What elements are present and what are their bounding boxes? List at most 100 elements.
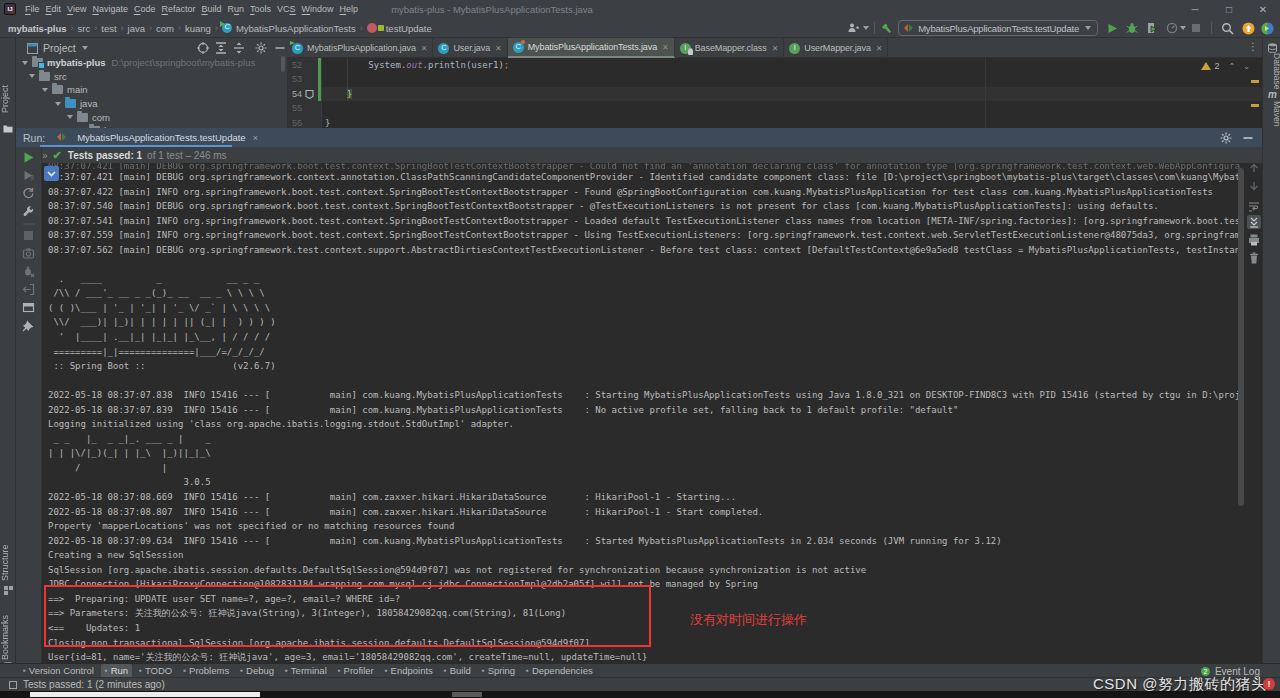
breadcrumb-item[interactable]: MybatisPlusApplicationTests	[222, 23, 367, 34]
tool-stripe-structure[interactable]: Structure	[0, 540, 16, 586]
tool-window-button[interactable]: ▪ Endpoints	[381, 664, 437, 678]
chevron-down-icon[interactable]	[863, 26, 869, 30]
line-number[interactable]: 54	[287, 87, 302, 101]
breadcrumb-item[interactable]: testUpdate	[367, 23, 432, 34]
rerun-button[interactable]	[22, 151, 36, 165]
hide-run-panel-icon[interactable]	[1242, 132, 1254, 144]
project-scrollbar[interactable]	[281, 56, 285, 72]
debug-button[interactable]	[1126, 22, 1138, 34]
plugin-icon[interactable]	[1261, 22, 1274, 35]
tree-row[interactable]: java	[16, 97, 287, 111]
tool-stripe-project[interactable]: Project	[0, 78, 16, 120]
build-hammer-icon[interactable]	[880, 22, 893, 35]
menu-item[interactable]: Code	[131, 0, 159, 18]
line-number[interactable]: 55	[287, 101, 302, 115]
tool-window-switcher-icon[interactable]	[9, 681, 17, 689]
breadcrumb-item[interactable]: kuang	[185, 23, 222, 34]
tree-row[interactable]: com	[16, 110, 287, 124]
up-stack-trace-icon[interactable]	[1247, 161, 1261, 175]
test-settings-wrench-icon[interactable]	[22, 205, 36, 219]
chevron-down-icon[interactable]	[1180, 26, 1186, 30]
run-settings-gear-icon[interactable]	[1220, 132, 1232, 144]
expand-all-icon[interactable]	[215, 42, 227, 54]
menu-item[interactable]: Refactor	[158, 0, 198, 18]
tool-window-button[interactable]: ▪ Version Control	[19, 664, 98, 678]
tool-window-button[interactable]: ▪ Dependencies	[522, 664, 597, 678]
tree-row[interactable]: main	[16, 83, 287, 97]
close-tab-icon[interactable]: ✕	[662, 43, 669, 52]
tool-stripe-database[interactable]: Database	[1266, 53, 1280, 85]
menu-item[interactable]: Run	[225, 0, 248, 18]
chevron-expanded-icon[interactable]	[42, 88, 48, 92]
scroll-down-button[interactable]	[44, 166, 59, 181]
down-stack-trace-icon[interactable]	[1247, 179, 1261, 193]
chevron-down-icon[interactable]	[82, 46, 88, 50]
menu-item[interactable]: Window	[299, 0, 337, 18]
tree-row[interactable]: mybatis-plus D:\project\springboot\mybat…	[16, 56, 287, 70]
clear-console-icon[interactable]	[1247, 251, 1261, 265]
run-console[interactable]: 08:37:07.421 [main] DEBUG org.springfram…	[42, 163, 1240, 663]
import-test-results-icon[interactable]	[22, 283, 36, 297]
ide-update-icon[interactable]	[1242, 22, 1255, 35]
close-tab-icon[interactable]: ✕	[421, 44, 428, 53]
editor-tab[interactable]: UserMapper.java ✕	[784, 38, 888, 58]
status-message[interactable]: Tests passed: 1 (2 minutes ago)	[23, 679, 165, 690]
line-number[interactable]: 52	[287, 58, 302, 72]
ignore-test-icon[interactable]	[22, 265, 36, 279]
code-editor[interactable]: 5253545556 System.out.println(user1); }}…	[287, 58, 1262, 128]
run-configuration-select[interactable]: MybatisPlusApplicationTests.testUpdate	[898, 20, 1098, 36]
menu-item[interactable]: VCS	[274, 0, 299, 18]
close-button[interactable]: ✕	[1246, 0, 1280, 18]
warning-stripe-mark[interactable]	[1251, 104, 1259, 107]
breadcrumb-item[interactable]: src	[78, 23, 102, 34]
hide-panel-icon[interactable]	[274, 42, 286, 54]
tool-window-button[interactable]: ▪ Run	[101, 664, 132, 678]
chevron-expanded-icon[interactable]	[55, 102, 61, 106]
tool-window-button[interactable]: ▪ Build	[440, 664, 475, 678]
code-area[interactable]: System.out.println(user1); }}	[325, 58, 509, 128]
run-button[interactable]	[1107, 23, 1118, 34]
close-run-tab-icon[interactable]: ×	[253, 133, 258, 143]
console-scrollbar[interactable]	[1238, 168, 1244, 506]
line-number[interactable]: 53	[287, 72, 302, 86]
print-icon[interactable]	[1247, 233, 1261, 247]
profiler-button[interactable]	[1166, 22, 1178, 34]
rerun-failed-tests-icon[interactable]: 9	[22, 169, 36, 183]
warning-stripe-mark[interactable]	[1251, 80, 1259, 83]
maximize-button[interactable]: □	[1212, 0, 1246, 18]
update-project-icon[interactable]	[847, 22, 860, 34]
run-with-coverage-button[interactable]	[1146, 22, 1158, 34]
locate-file-icon[interactable]	[197, 42, 209, 54]
collapse-all-icon[interactable]	[233, 42, 245, 54]
menu-item[interactable]: Help	[337, 0, 362, 18]
inspections-widget[interactable]: 2 ⌃ ⌄	[1201, 61, 1250, 71]
pin-tab-icon[interactable]	[22, 319, 36, 333]
gutter-bookmark-icon[interactable]	[305, 90, 314, 99]
toggle-auto-test-icon[interactable]	[22, 187, 36, 201]
line-number[interactable]: 56	[287, 116, 302, 128]
breadcrumb-item[interactable]: java	[128, 23, 156, 34]
close-tab-icon[interactable]: ✕	[772, 44, 779, 53]
test-history-icon[interactable]	[22, 247, 36, 261]
editor-tab[interactable]: MybatisPlusApplication.java ✕	[287, 38, 433, 58]
breadcrumb-item[interactable]: test	[101, 23, 127, 34]
project-header-label[interactable]: Project	[43, 42, 76, 54]
editor-tab[interactable]: BaseMapper.class ✕	[675, 38, 785, 58]
scroll-to-end-icon[interactable]	[1247, 215, 1261, 229]
tool-window-button[interactable]: ▪ Terminal	[281, 664, 331, 678]
menu-item[interactable]: Navigate	[89, 0, 131, 18]
tool-window-button[interactable]: ▪ TODO	[135, 664, 176, 678]
breadcrumb-item[interactable]: com	[156, 23, 185, 34]
tool-window-button[interactable]: ▪ Spring	[478, 664, 519, 678]
menu-item[interactable]: Build	[198, 0, 224, 18]
prev-warning-icon[interactable]: ⌃	[1229, 62, 1236, 71]
soft-wrap-icon[interactable]	[1247, 199, 1261, 213]
console-layout-icon[interactable]	[22, 301, 36, 315]
editor-tab[interactable]: User.java ✕	[433, 38, 507, 58]
tree-row[interactable]: src	[16, 70, 287, 84]
tool-window-button[interactable]: ▪ Debug	[236, 664, 278, 678]
tool-stripe-bookmarks[interactable]: Bookmarks	[0, 614, 16, 660]
chevron-expanded-icon[interactable]	[67, 115, 73, 119]
chevron-expanded-icon[interactable]	[22, 61, 28, 65]
menu-item[interactable]: View	[64, 0, 89, 18]
